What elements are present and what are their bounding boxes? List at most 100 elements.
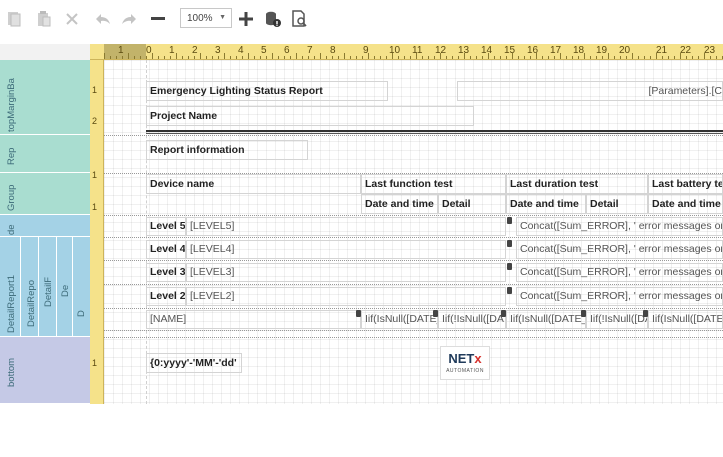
zoom-in-icon[interactable] [238, 9, 254, 29]
ruler-tick [578, 56, 579, 59]
ruler-tick [152, 53, 153, 59]
function-detail-expression[interactable]: Iif(!IsNull([DA [438, 310, 506, 329]
band-label-detail-d: D [76, 310, 87, 317]
band-separator [104, 260, 723, 261]
ruler-tick [686, 56, 687, 59]
level-label[interactable]: Level 4 [146, 240, 186, 259]
duration-date-expression[interactable]: Iif(IsNull([DATE_D [506, 310, 586, 329]
date-time-header[interactable]: Date and time [361, 194, 438, 214]
ruler-number: 7 [307, 45, 313, 56]
parameters-field[interactable]: [Parameters].[C [457, 81, 723, 101]
detail-header[interactable]: Detail [438, 194, 506, 214]
ruler-tick [518, 56, 519, 59]
level-label[interactable]: Level 5 [146, 217, 186, 236]
band-top-margin[interactable]: topMarginBa [0, 60, 90, 135]
band-report-header[interactable]: Rep [0, 135, 90, 173]
ruler-tick [104, 53, 105, 59]
date-time-header[interactable]: Date and time [506, 194, 586, 214]
ruler-tick [320, 53, 321, 59]
level-concat[interactable]: Concat([Sum_ERROR], ' error messages on … [516, 263, 723, 282]
device-name-header[interactable]: Device name [146, 174, 361, 194]
ruler-corner [90, 44, 104, 60]
ruler-tick [680, 53, 681, 59]
ruler-tick [224, 53, 225, 59]
band-detail-report1[interactable]: DetailReport1 DetailRepo DetailF De D [0, 237, 90, 337]
level-label[interactable]: Level 3 [146, 263, 186, 282]
band-bottom-margin[interactable]: bottom [0, 337, 90, 404]
function-date-expression[interactable]: Iif(IsNull([DATE_F [361, 310, 438, 329]
ruler-number: 1 [92, 358, 98, 368]
ruler-tick [470, 56, 471, 59]
level-field[interactable]: [LEVEL3] [186, 263, 506, 282]
ruler-tick [332, 56, 333, 59]
band-divider [72, 237, 73, 336]
band-label-detail-repo: DetailRepo [26, 280, 37, 327]
last-battery-test-header[interactable]: Last battery tes [648, 174, 723, 194]
ruler-tick [350, 56, 351, 59]
level-concat[interactable]: Concat([Sum_ERROR], ' error messages on … [516, 287, 723, 306]
band-detail-de[interactable]: de [0, 215, 90, 237]
copy-icon[interactable] [6, 9, 22, 29]
band-separator [104, 284, 723, 285]
ruler-number: 15 [504, 45, 516, 56]
expression-marker-icon [507, 240, 512, 247]
battery-date-expression[interactable]: Iif(IsNull([DATE_E [648, 310, 723, 329]
level-field[interactable]: [LEVEL4] [186, 240, 506, 259]
ruler-tick [170, 56, 171, 59]
band-label-report-header: Rep [6, 147, 17, 165]
ruler-tick [458, 56, 459, 59]
netx-logo[interactable]: NETx AUTOMATION [440, 346, 490, 380]
detail-header[interactable]: Detail [586, 194, 648, 214]
band-separator [104, 308, 723, 309]
header-divider [146, 133, 723, 134]
undo-icon[interactable] [94, 9, 112, 29]
date-format-field[interactable]: {0:yyyy'-'MM'-'dd' [146, 353, 242, 373]
ruler-number: 21 [656, 45, 668, 56]
project-name[interactable]: Project Name [146, 106, 474, 126]
ruler-tick [200, 53, 201, 59]
redo-icon[interactable] [120, 9, 138, 29]
zoom-out-icon[interactable] [150, 9, 166, 29]
level-field[interactable]: [LEVEL2] [186, 287, 506, 306]
delete-icon[interactable] [64, 9, 80, 29]
ruler-tick [560, 53, 561, 59]
ruler-tick [410, 56, 411, 59]
level-label[interactable]: Level 2 [146, 287, 186, 306]
ruler-tick [542, 56, 543, 59]
ruler-tick [626, 56, 627, 59]
duration-detail-expression[interactable]: Iif(!IsNull([DA [586, 310, 648, 329]
ruler-tick [314, 56, 315, 59]
band-label-top-margin: topMarginBa [6, 78, 17, 132]
last-duration-test-header[interactable]: Last duration test [506, 174, 648, 194]
level-concat[interactable]: Concat([Sum_ERROR], ' error messages on … [516, 217, 723, 236]
ruler-tick [452, 56, 453, 59]
data-source-icon[interactable] [264, 9, 282, 29]
ruler-tick [662, 56, 663, 59]
level-field[interactable]: [LEVEL5] [186, 217, 506, 236]
ruler-tick [284, 56, 285, 59]
ruler-tick [464, 53, 465, 59]
name-field[interactable]: [NAME] [146, 310, 361, 329]
band-label-group-header: Group [6, 184, 17, 211]
band-separator [104, 337, 723, 338]
last-function-test-header[interactable]: Last function test [361, 174, 506, 194]
paste-icon[interactable] [36, 9, 52, 29]
band-divider [56, 237, 57, 336]
level-concat[interactable]: Concat([Sum_ERROR], ' error messages on … [516, 240, 723, 259]
band-group-header[interactable]: Group [0, 173, 90, 215]
ruler-tick [566, 56, 567, 59]
ruler-tick [656, 53, 657, 59]
ruler-tick [554, 56, 555, 59]
ruler-number: 1 [118, 45, 124, 56]
report-title[interactable]: Emergency Lighting Status Report [146, 81, 388, 101]
ruler-number: 1 [92, 170, 98, 180]
zoom-value: 100% [187, 12, 213, 24]
ruler-tick [254, 56, 255, 59]
zoom-select[interactable]: 100% ▼ [180, 8, 232, 28]
ruler-tick [110, 56, 111, 59]
ruler-tick [356, 56, 357, 59]
date-time-header[interactable]: Date and time [648, 194, 723, 214]
report-information-label[interactable]: Report information [146, 140, 308, 160]
preview-icon[interactable] [292, 9, 308, 29]
ruler-tick [182, 56, 183, 59]
